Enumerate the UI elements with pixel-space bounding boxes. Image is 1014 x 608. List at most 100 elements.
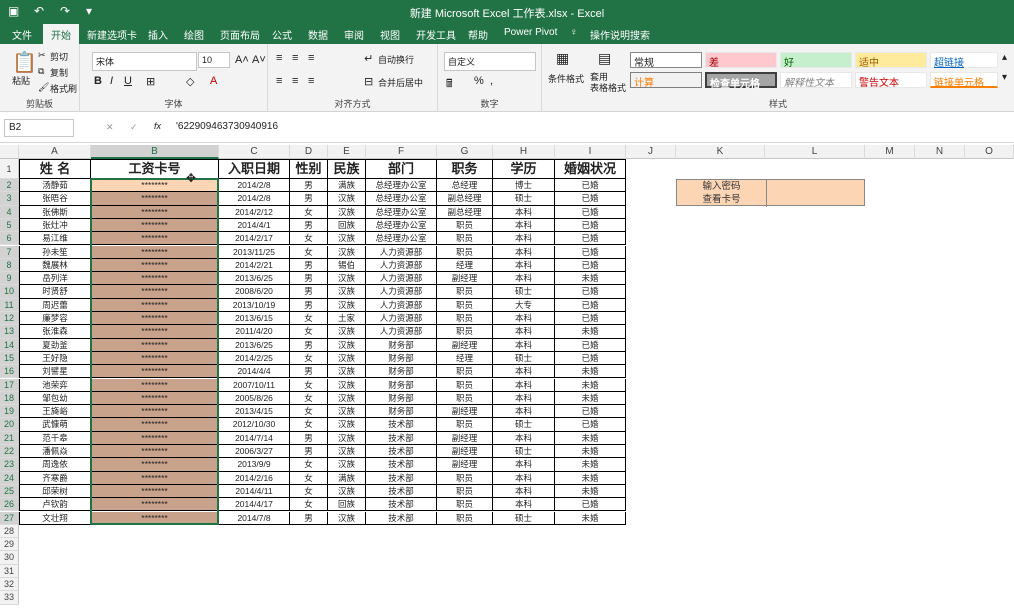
align-middle-icon[interactable]: ≡ bbox=[292, 52, 298, 64]
table-cell[interactable]: 卢钦韵 bbox=[19, 498, 91, 512]
table-cell[interactable]: 未婚 bbox=[555, 431, 626, 445]
table-cell[interactable]: 经理 bbox=[437, 351, 493, 366]
table-cell[interactable]: 女 bbox=[290, 245, 328, 259]
table-cell[interactable]: 男 bbox=[290, 338, 328, 352]
table-cell[interactable]: 汉族 bbox=[328, 325, 366, 339]
table-cell[interactable]: 人力资源部 bbox=[366, 312, 437, 326]
table-cell[interactable]: 财务部 bbox=[366, 351, 437, 366]
table-cell[interactable]: 已婚 bbox=[555, 232, 626, 246]
card-number-cell[interactable]: ******** bbox=[91, 378, 219, 392]
bold-icon[interactable]: B bbox=[94, 75, 102, 87]
table-cell[interactable]: 刘譬星 bbox=[19, 365, 91, 379]
styles-scroll-icon[interactable]: ▴ bbox=[1002, 52, 1007, 63]
table-cell[interactable]: 职员 bbox=[437, 218, 493, 233]
table-cell[interactable]: 已婚 bbox=[555, 298, 626, 312]
table-cell[interactable]: 女 bbox=[290, 205, 328, 219]
row-header-8[interactable]: 8 bbox=[0, 258, 19, 273]
table-cell[interactable]: 财务部 bbox=[366, 365, 437, 379]
table-cell[interactable]: 财务部 bbox=[366, 405, 437, 419]
table-cell[interactable]: 武慷萌 bbox=[19, 418, 91, 432]
table-cell[interactable]: 2014/4/17 bbox=[219, 498, 290, 512]
card-number-cell[interactable]: ******** bbox=[91, 498, 219, 512]
header-cell-H[interactable]: 学历 bbox=[493, 159, 555, 179]
table-cell[interactable]: 2013/6/25 bbox=[219, 272, 290, 286]
table-cell[interactable]: 汉族 bbox=[328, 272, 366, 286]
merge-icon[interactable]: ⊟ bbox=[364, 75, 373, 88]
merge-center-button[interactable]: 合并后居中 bbox=[378, 76, 423, 89]
fill-color-icon[interactable]: ◇ bbox=[186, 75, 194, 88]
row-header-14[interactable]: 14 bbox=[0, 338, 19, 352]
table-cell[interactable]: 人力资源部 bbox=[366, 245, 437, 259]
table-cell[interactable]: 本科 bbox=[493, 258, 555, 273]
table-cell[interactable]: 本科 bbox=[493, 205, 555, 219]
table-cell[interactable]: 2014/4/4 bbox=[219, 365, 290, 379]
style-hyperlink[interactable]: 超链接 bbox=[930, 52, 998, 69]
comma-icon[interactable]: , bbox=[490, 75, 493, 87]
column-header-C[interactable]: C bbox=[219, 145, 290, 159]
table-cell[interactable]: 职员 bbox=[437, 245, 493, 259]
card-number-cell[interactable]: ******** bbox=[91, 179, 219, 193]
row-header-23[interactable]: 23 bbox=[0, 458, 19, 472]
card-number-cell[interactable]: ******** bbox=[91, 405, 219, 419]
card-number-cell[interactable]: ******** bbox=[91, 312, 219, 326]
table-cell[interactable]: 已婚 bbox=[555, 258, 626, 273]
table-cell[interactable]: 技术部 bbox=[366, 445, 437, 459]
tab-developer[interactable]: 开发工具 bbox=[416, 27, 456, 42]
table-cell[interactable]: 满族 bbox=[328, 471, 366, 485]
tab-insert[interactable]: 插入 bbox=[148, 27, 168, 42]
table-cell[interactable]: 副经理 bbox=[437, 431, 493, 445]
cut-button[interactable]: 剪切 bbox=[50, 50, 68, 63]
column-header-F[interactable]: F bbox=[366, 145, 437, 159]
column-header-O[interactable]: O bbox=[965, 145, 1014, 159]
card-number-cell[interactable]: ******** bbox=[91, 272, 219, 286]
table-cell[interactable]: 未婚 bbox=[555, 471, 626, 485]
style-good[interactable]: 好 bbox=[780, 52, 852, 69]
table-cell[interactable]: 职员 bbox=[437, 378, 493, 392]
table-cell[interactable]: 未婚 bbox=[555, 484, 626, 499]
table-cell[interactable]: 女 bbox=[290, 484, 328, 499]
table-cell[interactable]: 男 bbox=[290, 431, 328, 445]
table-cell[interactable]: 锡伯 bbox=[328, 258, 366, 273]
table-cell[interactable]: 总经理办公室 bbox=[366, 192, 437, 206]
percent-icon[interactable]: % bbox=[474, 75, 484, 87]
select-all-corner[interactable] bbox=[0, 145, 19, 159]
table-cell[interactable]: 土家 bbox=[328, 312, 366, 326]
table-cell[interactable]: 经理 bbox=[437, 258, 493, 273]
table-cell[interactable]: 回族 bbox=[328, 218, 366, 233]
table-cell[interactable]: 职员 bbox=[437, 418, 493, 432]
table-cell[interactable]: 职员 bbox=[437, 391, 493, 406]
table-cell[interactable]: 本科 bbox=[493, 338, 555, 352]
table-cell[interactable]: 未婚 bbox=[555, 445, 626, 459]
table-cell[interactable]: 本科 bbox=[493, 365, 555, 379]
table-cell[interactable]: 本科 bbox=[493, 272, 555, 286]
table-cell[interactable]: 女 bbox=[290, 351, 328, 366]
table-cell[interactable]: 已婚 bbox=[555, 218, 626, 233]
row-header-29[interactable]: 29 bbox=[0, 538, 19, 552]
font-size-select[interactable]: 10 bbox=[198, 52, 230, 68]
table-cell[interactable]: 汉族 bbox=[328, 484, 366, 499]
table-cell[interactable]: 2012/10/30 bbox=[219, 418, 290, 432]
table-cell[interactable]: 女 bbox=[290, 471, 328, 485]
align-bottom-icon[interactable]: ≡ bbox=[308, 52, 314, 64]
table-cell[interactable]: 范千皋 bbox=[19, 431, 91, 445]
table-cell[interactable]: 人力资源部 bbox=[366, 272, 437, 286]
styles-more-icon[interactable]: ▾ bbox=[1002, 72, 1007, 83]
table-cell[interactable]: 副经理 bbox=[437, 458, 493, 472]
style-check-cell[interactable]: 检查单元格 bbox=[705, 72, 777, 90]
table-cell[interactable]: 易江维 bbox=[19, 232, 91, 246]
table-cell[interactable]: 汉族 bbox=[328, 365, 366, 379]
format-painter-button[interactable]: 格式刷 bbox=[50, 82, 77, 95]
style-warning[interactable]: 警告文本 bbox=[855, 72, 927, 89]
card-number-cell[interactable]: ******** bbox=[91, 325, 219, 339]
table-cell[interactable]: 技术部 bbox=[366, 484, 437, 499]
table-cell[interactable]: 职员 bbox=[437, 511, 493, 525]
table-cell[interactable]: 职员 bbox=[437, 498, 493, 512]
table-cell[interactable]: 2013/6/15 bbox=[219, 312, 290, 326]
tell-me-search[interactable]: 操作说明搜索 bbox=[590, 27, 650, 42]
tab-powerpivot[interactable]: Power Pivot bbox=[504, 27, 557, 38]
style-bad[interactable]: 差 bbox=[705, 52, 777, 69]
format-as-table-button[interactable]: 套用 表格格式 bbox=[590, 72, 626, 94]
style-normal[interactable]: 常规 bbox=[630, 52, 702, 69]
card-number-cell[interactable]: ******** bbox=[91, 351, 219, 366]
table-cell[interactable]: 未婚 bbox=[555, 325, 626, 339]
